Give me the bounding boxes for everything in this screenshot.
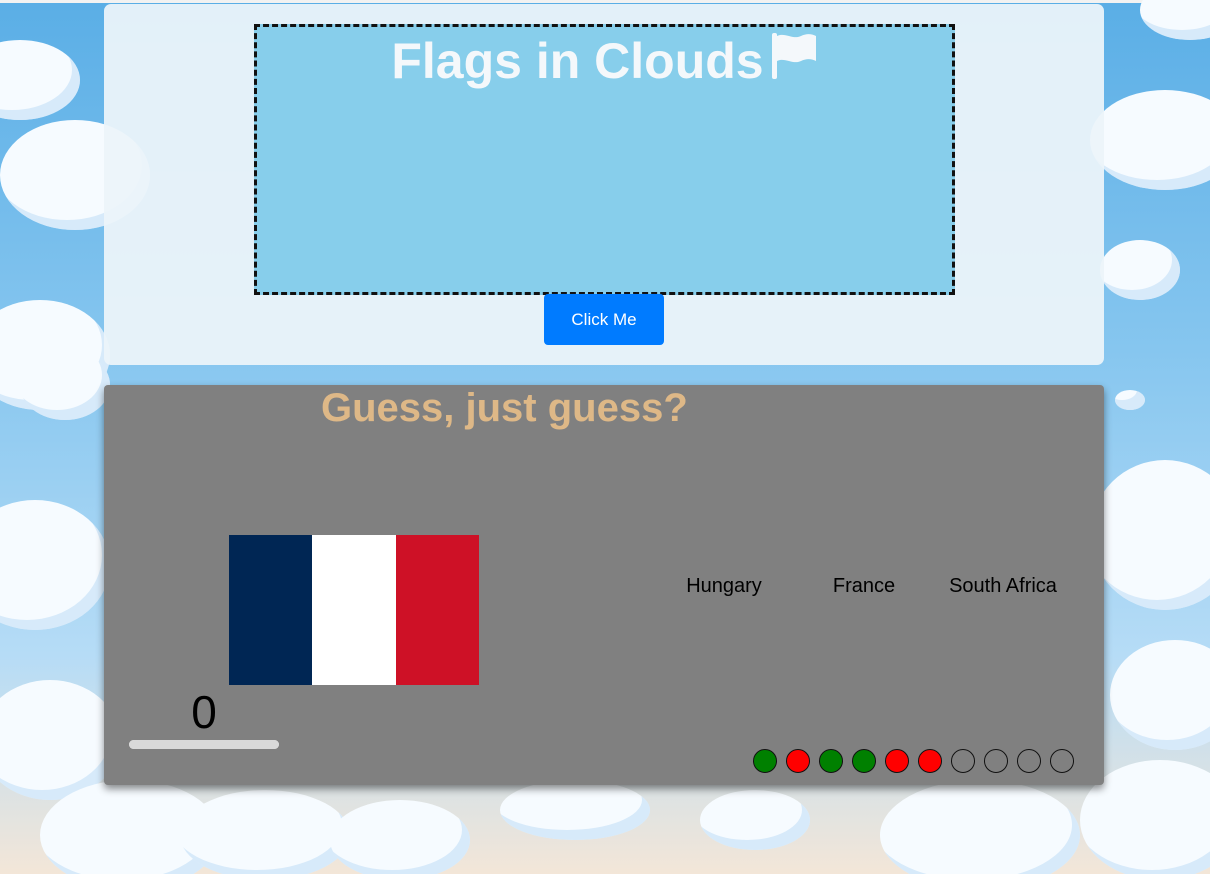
flag-stripe (229, 535, 313, 685)
page-title: Flags in Clouds (257, 31, 952, 93)
flag-stripe (312, 535, 396, 685)
result-dot-correct (852, 749, 876, 773)
page-title-text: Flags in Clouds (391, 33, 764, 89)
result-dot-empty (1017, 749, 1041, 773)
result-dot-empty (984, 749, 1008, 773)
click-me-button[interactable]: Click Me (544, 294, 664, 345)
game-heading: Guess, just guess? (321, 386, 688, 430)
result-dot-wrong (786, 749, 810, 773)
game-panel: Guess, just guess? 0 Hungary France Sout… (104, 385, 1104, 785)
answer-history (753, 749, 1074, 773)
result-dot-empty (951, 749, 975, 773)
timer-bar-fill (129, 740, 279, 749)
score-counter: 0 (191, 686, 217, 738)
current-flag-image (229, 535, 479, 685)
flag-stripe (395, 535, 479, 685)
answer-option-3[interactable]: South Africa (933, 574, 1073, 598)
result-dot-wrong (885, 749, 909, 773)
answer-option-1[interactable]: Hungary (654, 574, 794, 598)
cloud-flag-area: Flags in Clouds (254, 24, 955, 295)
result-dot-empty (1050, 749, 1074, 773)
result-dot-correct (753, 749, 777, 773)
header-panel: Flags in Clouds Click Me (104, 4, 1104, 365)
answer-option-2[interactable]: France (794, 574, 934, 598)
result-dot-correct (819, 749, 843, 773)
timer-bar (129, 740, 279, 749)
white-flag-icon (770, 31, 818, 93)
result-dot-wrong (918, 749, 942, 773)
